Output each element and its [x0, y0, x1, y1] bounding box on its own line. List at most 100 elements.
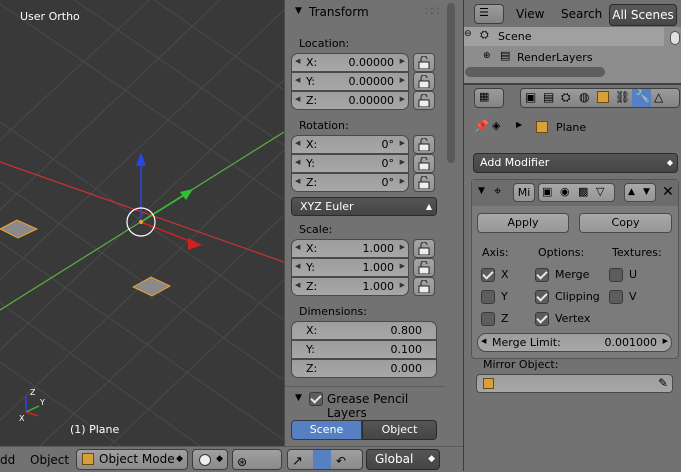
outliner-tree: ⊖ ⛭ Scene ⊕ ▤ RenderLayers: [463, 27, 681, 83]
outliner-row[interactable]: ⊕ ▤ RenderLayers: [464, 48, 664, 66]
grease-object-tab[interactable]: Object: [362, 420, 437, 440]
axis-z-checkbox[interactable]: [481, 312, 495, 326]
mirror-object-field[interactable]: ✎: [476, 374, 673, 393]
clipping-checkbox[interactable]: [535, 290, 549, 304]
axis-y-label: Y: [501, 290, 508, 303]
mode-select[interactable]: Object Mode ◆: [76, 449, 188, 470]
vertex-checkbox[interactable]: [535, 312, 549, 326]
eyedropper-icon[interactable]: ✎: [658, 376, 668, 390]
expand-icon: ⊕: [483, 51, 491, 61]
plane-object-center: [131, 276, 172, 297]
3d-viewport[interactable]: Z Y X User Ortho (1) Plane: [0, 0, 284, 446]
location-z-field[interactable]: ◀ Z: 0.00000 ▶: [291, 91, 409, 110]
collapse-arrow-icon[interactable]: ▼: [478, 186, 485, 196]
rotate-icon[interactable]: ↶: [336, 452, 346, 471]
lock-scale-z-icon[interactable]: [413, 277, 435, 296]
object-menu[interactable]: Object: [30, 453, 69, 467]
axis-x-checkbox[interactable]: [481, 268, 495, 282]
modifier-visibility-toggles: ▣ ◉ ▩ ▽: [538, 183, 615, 202]
x-manipulator-arrow: [188, 238, 202, 250]
object-icon: [483, 378, 494, 389]
render-layers-icon[interactable]: ▤: [543, 90, 554, 104]
remove-modifier-icon[interactable]: ✕: [662, 184, 674, 200]
scale-z-field[interactable]: ◀ Z: 1.000 ▶: [291, 277, 409, 296]
pin-icon[interactable]: 📌: [474, 119, 489, 133]
modifiers-icon[interactable]: 🔧: [632, 89, 651, 107]
texture-v-checkbox[interactable]: [609, 290, 623, 304]
scene-icon[interactable]: ⛭: [561, 90, 571, 105]
grease-pencil-panel-header[interactable]: ▼ Grease Pencil Layers: [285, 390, 445, 420]
panel-divider: [285, 386, 445, 387]
editor-type-select[interactable]: ☰: [474, 4, 504, 24]
outliner-v-scrollbar[interactable]: [670, 31, 680, 45]
location-y-field[interactable]: ◀ Y: 0.00000 ▶: [291, 72, 409, 91]
translate-icon[interactable]: [313, 450, 331, 469]
editor-type-select[interactable]: ▦: [474, 88, 504, 108]
dimensions-z-field[interactable]: Z: 0.000: [291, 359, 437, 378]
rotation-mode-select[interactable]: XYZ Euler ▲: [291, 197, 437, 216]
rotation-y-field[interactable]: ◀ Y: 0° ▶: [291, 154, 409, 173]
render-icon[interactable]: ▣: [525, 90, 536, 104]
lock-rotation-z-icon[interactable]: [413, 173, 435, 192]
add-menu[interactable]: dd: [0, 453, 15, 467]
editmode-toggle-icon[interactable]: ▩: [578, 185, 588, 198]
outliner-display-filter[interactable]: All Scenes: [609, 4, 677, 26]
cage-toggle-icon[interactable]: ▽: [596, 185, 604, 198]
manipulator-group[interactable]: ↗ ↶: [287, 449, 363, 470]
context-tabs: ▣ ▤ ⛭ ◍ ⛓ 🔧 △: [520, 88, 680, 108]
orientation-select[interactable]: Global ◆: [366, 449, 440, 470]
constraints-icon[interactable]: ⛓: [615, 90, 630, 104]
manipulator-toggle-icon[interactable]: ↗: [292, 452, 303, 471]
grease-scene-tab[interactable]: Scene: [291, 420, 362, 440]
render-layers-icon: ▤: [500, 49, 511, 62]
move-up-icon[interactable]: ▲: [628, 187, 635, 197]
scene-row-label: Scene: [498, 30, 532, 43]
properties-editor: 📌 ◈ ▶ Plane Add Modifier ◆ ▼ ⌖ Mi ▣ ◉ ▩ ▽…: [463, 111, 681, 471]
lock-location-z-icon[interactable]: [413, 91, 435, 110]
rotation-x-field[interactable]: ◀ X: 0° ▶: [291, 135, 409, 154]
pivot-select[interactable]: ⊛: [232, 449, 282, 470]
dimensions-y-field[interactable]: Y: 0.100: [291, 340, 437, 359]
rotation-z-field[interactable]: ◀ Z: 0° ▶: [291, 173, 409, 192]
outliner-h-scrollbar[interactable]: [465, 67, 605, 77]
render-toggle-icon[interactable]: ▣: [542, 185, 552, 198]
scale-x-field[interactable]: ◀ X: 1.000 ▶: [291, 239, 409, 258]
lock-scale-x-icon[interactable]: [413, 239, 435, 258]
object-icon[interactable]: [597, 91, 609, 103]
axis-y-checkbox[interactable]: [481, 290, 495, 304]
lock-rotation-y-icon[interactable]: [413, 154, 435, 173]
grease-pencil-enable-checkbox[interactable]: [309, 392, 323, 406]
merge-limit-field[interactable]: ◀ Merge Limit: 0.001000 ▶: [477, 333, 672, 352]
select-arrows-icon: ◆: [176, 454, 183, 464]
viewport-header: dd Object Object Mode ◆ ◆ ⊛ ↗ ↶ Global ◆: [0, 446, 463, 471]
add-modifier-select[interactable]: Add Modifier ◆: [473, 153, 678, 173]
data-icon[interactable]: △: [654, 90, 663, 104]
lock-scale-y-icon[interactable]: [413, 258, 435, 277]
transform-panel-header[interactable]: ▼ Transform ∷∷: [285, 4, 445, 26]
merge-checkbox[interactable]: [535, 268, 549, 282]
collapse-arrow-icon: ▼: [295, 6, 302, 16]
outliner-row[interactable]: ⊖ ⛭ Scene: [464, 27, 664, 46]
drag-handle-icon[interactable]: ∷∷: [425, 4, 439, 18]
dimensions-x-field[interactable]: X: 0.800: [291, 321, 437, 340]
view-menu[interactable]: View: [516, 7, 544, 21]
collapse-arrow-icon: ▼: [295, 393, 302, 403]
pivot-icon: ⊛: [237, 455, 248, 469]
svg-text:X: X: [19, 414, 25, 423]
lock-location-y-icon[interactable]: [413, 72, 435, 91]
copy-button[interactable]: Copy: [579, 213, 672, 233]
modifier-name-field[interactable]: Mi: [513, 183, 535, 202]
viewport-canvas[interactable]: Z Y X: [0, 0, 284, 446]
viewport-toggle-icon[interactable]: ◉: [560, 185, 570, 198]
world-icon[interactable]: ◍: [579, 90, 589, 104]
lock-rotation-x-icon[interactable]: [413, 135, 435, 154]
search-menu[interactable]: Search: [561, 7, 602, 21]
location-x-field[interactable]: ◀ X: 0.00000 ▶: [291, 53, 409, 72]
lock-location-x-icon[interactable]: [413, 53, 435, 72]
shading-select[interactable]: ◆: [192, 449, 228, 470]
scale-y-field[interactable]: ◀ Y: 1.000 ▶: [291, 258, 409, 277]
shelf-scrollbar[interactable]: [447, 3, 455, 163]
move-down-icon[interactable]: ▼: [643, 187, 650, 197]
apply-button[interactable]: Apply: [477, 213, 569, 233]
texture-u-checkbox[interactable]: [609, 268, 623, 282]
